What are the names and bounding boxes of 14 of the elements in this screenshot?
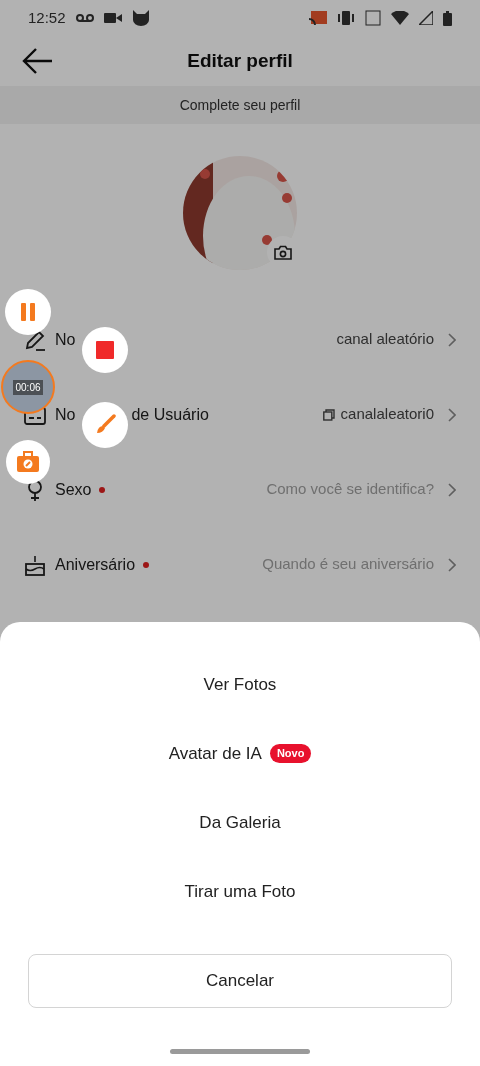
row-label: Sexo	[55, 479, 92, 500]
recording-timer: 00:06	[13, 379, 43, 395]
new-badge: Novo	[269, 744, 312, 763]
row-label: No	[55, 404, 76, 425]
row-value: Quando é seu aniversário	[262, 554, 434, 575]
row-value: canalaleatori0	[340, 404, 434, 425]
status-time: 12:52	[28, 7, 66, 28]
row-label: de Usuário	[131, 404, 209, 425]
page-title: Editar perfil	[187, 48, 293, 73]
row-value: canal aleatório	[336, 329, 434, 350]
row-label: Aniversário	[55, 554, 136, 575]
banner-text: Complete seu perfil	[179, 95, 301, 115]
row-label: No	[55, 329, 76, 350]
row-value: Como você se identifica?	[266, 479, 434, 500]
